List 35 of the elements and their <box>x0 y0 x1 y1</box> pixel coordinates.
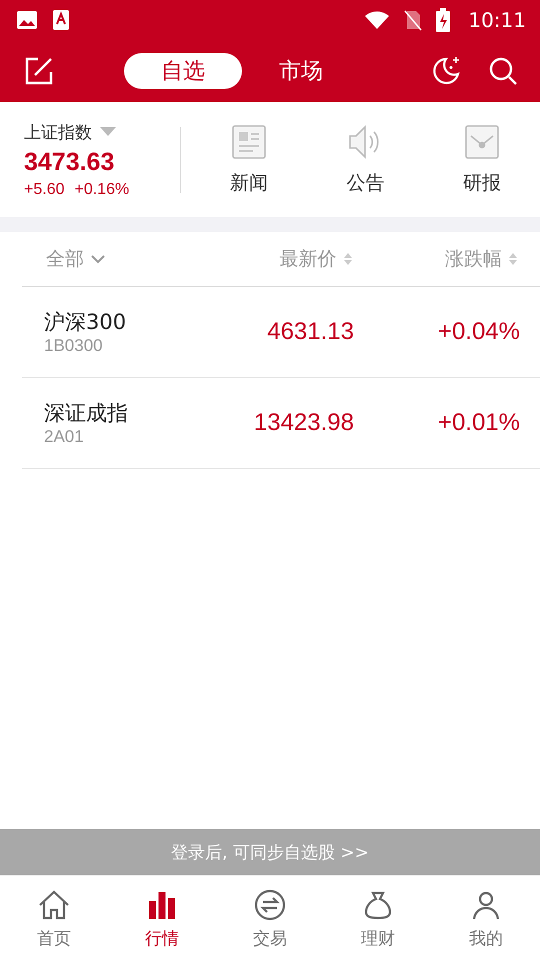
image-icon <box>16 10 38 30</box>
sort-icon <box>508 251 518 267</box>
stock-name[interactable]: 沪深300 <box>44 308 188 336</box>
change-percent: +0.01% <box>436 409 520 437</box>
stock-code: 1B0300 <box>44 336 104 356</box>
latest-price: 13423.98 <box>252 409 354 437</box>
index-change-percent: +0.16% <box>74 180 130 198</box>
app-notification-icon <box>52 9 70 31</box>
index-change: +5.60 <box>24 180 64 198</box>
chart-report-icon <box>462 124 501 160</box>
index-value: 3473.63 <box>24 148 116 176</box>
newspaper-icon <box>230 124 268 160</box>
nav-tab[interactable]: 理财 <box>361 926 395 950</box>
nav-tab[interactable]: 交易 <box>253 926 287 950</box>
edit-icon[interactable] <box>24 56 54 86</box>
index-name[interactable]: 上证指数 <box>24 120 92 144</box>
shortcut-label[interactable]: 新闻 <box>230 170 268 196</box>
nav-tab[interactable]: 我的 <box>469 926 503 950</box>
no-sim-icon <box>404 9 422 31</box>
header-tab[interactable]: 市场 <box>242 53 360 89</box>
nav-tab[interactable]: 首页 <box>37 926 71 950</box>
clock-time: 10:11 <box>468 8 526 32</box>
stock-code: 2A01 <box>44 427 85 447</box>
shortcut-label[interactable]: 公告 <box>346 170 384 196</box>
search-icon[interactable] <box>488 56 518 86</box>
change-percent: +0.04% <box>436 318 520 346</box>
header-tab[interactable]: 自选 <box>124 53 242 89</box>
chevron-down-icon <box>90 253 106 265</box>
battery-charging-icon <box>436 8 450 32</box>
nav-tab[interactable]: 行情 <box>145 926 179 950</box>
shortcut-label[interactable]: 研报 <box>462 170 501 196</box>
stock-name[interactable]: 深证成指 <box>44 399 188 427</box>
wifi-icon <box>364 10 390 30</box>
sort-icon <box>342 251 353 267</box>
latest-price: 4631.13 <box>266 318 354 346</box>
